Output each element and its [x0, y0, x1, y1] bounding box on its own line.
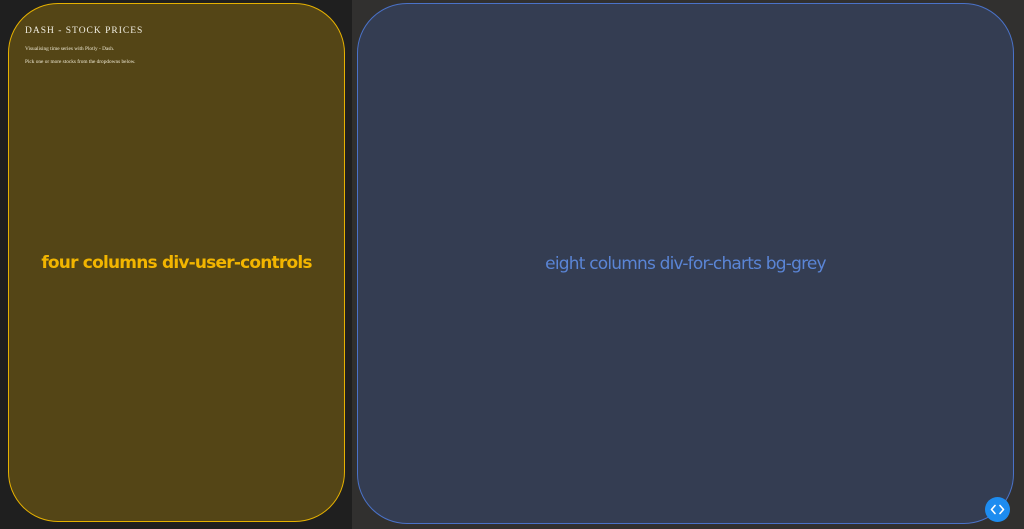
code-toggle-button[interactable] — [985, 497, 1010, 522]
dash-app-page: DASH - STOCK PRICES Visualising time ser… — [0, 0, 1024, 529]
charts-overlay-label: eight columns div-for-charts bg-grey — [545, 253, 826, 274]
app-title: DASH - STOCK PRICES — [25, 26, 144, 36]
app-instructions: Pick one or more stocks from the dropdow… — [25, 59, 136, 65]
app-description: Visualising time series with Plotly - Da… — [25, 46, 115, 52]
code-brackets-icon — [990, 504, 1005, 515]
user-controls-overlay-label: four columns div-user-controls — [41, 252, 312, 273]
charts-panel: eight columns div-for-charts bg-grey — [357, 3, 1014, 524]
user-controls-panel: DASH - STOCK PRICES Visualising time ser… — [8, 3, 345, 522]
